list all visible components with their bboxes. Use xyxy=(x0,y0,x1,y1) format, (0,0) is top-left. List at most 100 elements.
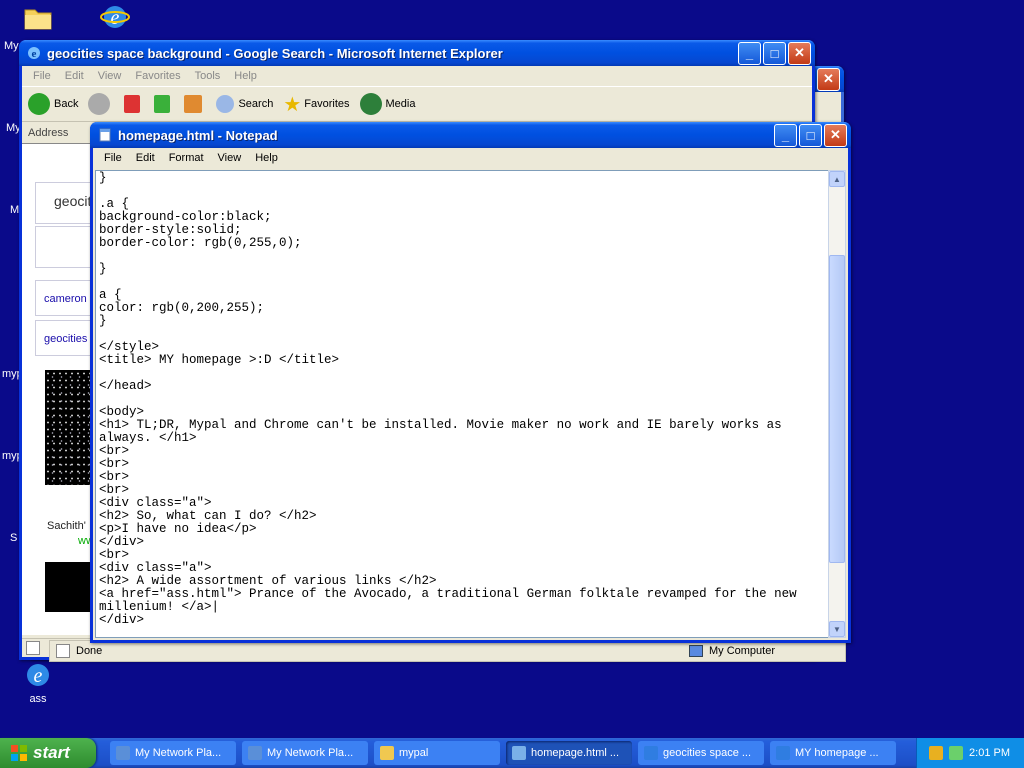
taskbar-button[interactable]: My Network Pla... xyxy=(110,741,236,765)
ie-status-bar: Done My Computer xyxy=(49,640,846,662)
notepad-text-area[interactable]: } .a { background-color:black; border-st… xyxy=(95,170,831,638)
favorites-button[interactable]: ★ Favorites xyxy=(283,92,349,117)
taskbar-app-icon xyxy=(776,746,790,760)
taskbar-button[interactable]: My Network Pla... xyxy=(242,741,368,765)
vertical-scrollbar[interactable]: ▲ ▼ xyxy=(828,170,846,638)
system-tray: 2:01 PM xyxy=(916,738,1024,768)
notepad-menubar: File Edit Format View Help xyxy=(93,148,848,168)
refresh-icon xyxy=(154,95,171,113)
notepad-window[interactable]: homepage.html - Notepad _ □ ✕ File Edit … xyxy=(90,122,851,643)
menu-favorites[interactable]: Favorites xyxy=(128,70,187,82)
favorites-label: Favorites xyxy=(304,98,350,110)
forward-button[interactable] xyxy=(88,93,114,115)
taskbar-app-icon xyxy=(380,746,394,760)
media-icon xyxy=(359,93,382,115)
space-image-thumbnail[interactable] xyxy=(45,370,95,485)
ie-logo-icon: e xyxy=(28,47,40,60)
menu-tools[interactable]: Tools xyxy=(188,70,228,82)
scroll-up-icon[interactable]: ▲ xyxy=(829,171,845,187)
related-link[interactable]: cameron xyxy=(44,293,87,305)
notepad-text: } .a { background-color:black; border-st… xyxy=(99,171,797,627)
tray-icon[interactable] xyxy=(929,746,944,760)
close-icon[interactable]: ✕ xyxy=(817,67,840,91)
taskbar-app-icon xyxy=(512,746,526,760)
desktop-label-fragment: S xyxy=(10,532,18,544)
mypal-folder-icon[interactable] xyxy=(3,2,73,35)
star-icon: ★ xyxy=(283,93,302,116)
tray-icon[interactable] xyxy=(949,746,964,760)
menu-help[interactable]: Help xyxy=(227,70,264,82)
page-icon xyxy=(56,644,70,658)
related-link[interactable]: geocities xyxy=(44,333,87,345)
taskbar: start My Network Pla... My Network Pla...… xyxy=(0,738,1024,768)
taskbar-button-label: MY homepage ... xyxy=(795,747,879,759)
forward-arrow-icon xyxy=(88,93,111,115)
desktop-label-fragment: M xyxy=(10,204,20,216)
start-label: start xyxy=(33,743,70,762)
scrollbar-thumb[interactable] xyxy=(829,255,845,563)
svg-text:e: e xyxy=(34,665,43,687)
back-label: Back xyxy=(54,98,79,110)
taskbar-app-icon xyxy=(248,746,262,760)
stop-button[interactable] xyxy=(124,95,144,113)
ie-menubar: File Edit View Favorites Tools Help xyxy=(22,66,812,86)
menu-file[interactable]: File xyxy=(97,152,129,164)
scroll-down-icon[interactable]: ▼ xyxy=(829,621,845,637)
taskbar-button-label: mypal xyxy=(399,747,429,759)
media-button[interactable]: Media xyxy=(359,93,415,115)
notepad-titlebar[interactable]: homepage.html - Notepad _ □ ✕ xyxy=(90,122,851,148)
desktop-label-fragment: My xyxy=(4,40,19,52)
folder-icon xyxy=(23,2,53,32)
taskbar-app-icon xyxy=(644,746,658,760)
menu-view[interactable]: View xyxy=(91,70,129,82)
taskbar-button[interactable]: mypal xyxy=(374,741,500,765)
menu-edit[interactable]: Edit xyxy=(129,152,162,164)
search-label: Search xyxy=(238,98,274,110)
ie-titlebar[interactable]: e geocities space background - Google Se… xyxy=(19,40,815,66)
svg-text:e: e xyxy=(111,7,120,29)
menu-help[interactable]: Help xyxy=(248,152,285,164)
ass-html-icon[interactable]: e ass xyxy=(3,660,73,705)
menu-view[interactable]: View xyxy=(211,152,249,164)
internet-explorer-icon[interactable]: e xyxy=(80,2,150,35)
space-image-thumbnail-2[interactable] xyxy=(45,562,95,612)
taskbar-button[interactable]: MY homepage ... xyxy=(770,741,896,765)
search-icon xyxy=(216,95,235,113)
refresh-button[interactable] xyxy=(154,95,174,113)
minimize-icon[interactable]: _ xyxy=(774,123,797,147)
taskbar-button-label: geocities space ... xyxy=(663,747,752,759)
window-title: geocities space background - Google Sear… xyxy=(47,45,503,61)
result-text: geociti xyxy=(54,193,95,209)
taskbar-button-label: My Network Pla... xyxy=(135,747,222,759)
start-button[interactable]: start xyxy=(0,738,96,768)
ie-logo-icon: e xyxy=(100,2,130,32)
minimize-icon[interactable]: _ xyxy=(738,41,761,65)
taskbar-app-icon xyxy=(116,746,130,760)
clock: 2:01 PM xyxy=(969,747,1010,759)
taskbar-button[interactable]: geocities space ... xyxy=(638,741,764,765)
ie-document-icon: e xyxy=(23,660,53,690)
menu-format[interactable]: Format xyxy=(162,152,211,164)
image-caption: Sachith' xyxy=(47,520,86,532)
window-title: homepage.html - Notepad xyxy=(118,127,278,143)
back-button[interactable]: Back xyxy=(28,93,78,115)
menu-edit[interactable]: Edit xyxy=(58,70,91,82)
maximize-icon[interactable]: □ xyxy=(799,123,822,147)
windows-logo-icon xyxy=(11,745,27,761)
status-text: Done xyxy=(76,645,103,657)
zone-text: My Computer xyxy=(708,645,775,657)
taskbar-button-label: homepage.html ... xyxy=(531,747,620,759)
taskbar-button[interactable]: homepage.html ... xyxy=(506,741,632,765)
home-button[interactable] xyxy=(184,95,206,113)
back-arrow-icon xyxy=(28,93,50,115)
close-icon[interactable]: ✕ xyxy=(788,41,811,65)
menu-file[interactable]: File xyxy=(26,70,58,82)
search-button[interactable]: Search xyxy=(216,95,273,113)
computer-icon xyxy=(688,645,703,657)
desktop-icon-label: ass xyxy=(29,693,47,705)
maximize-icon[interactable]: □ xyxy=(763,41,786,65)
ie-toolbar: Back Search ★ Favorites Media xyxy=(22,86,812,122)
home-icon xyxy=(184,95,203,113)
svg-text:e: e xyxy=(32,48,37,60)
close-icon[interactable]: ✕ xyxy=(824,123,847,147)
